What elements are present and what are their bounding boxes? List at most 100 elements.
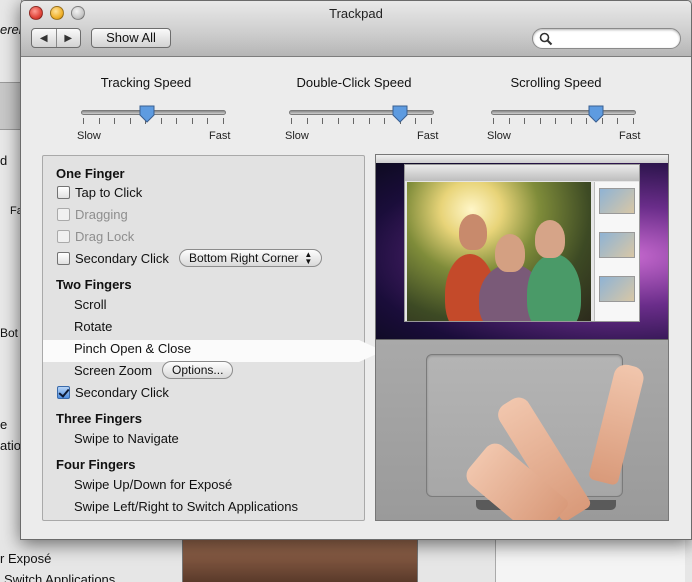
dragging-label: Dragging: [75, 206, 128, 222]
background-text: Bot: [0, 326, 19, 340]
screen-zoom-label: Screen Zoom: [74, 362, 153, 378]
slider-tick: [322, 118, 324, 124]
tracking-speed-label: Tracking Speed: [100, 75, 192, 90]
left-arrow-icon: ◀: [39, 32, 48, 44]
trackpad-window: Trackpad ◀ ▶ Show All Tracking Speed Slo…: [20, 0, 692, 540]
background-text: ations: [0, 438, 22, 453]
preview-thumbnail: [599, 276, 635, 302]
background-text: e: [0, 417, 8, 432]
tracking-speed-thumb[interactable]: [139, 105, 155, 123]
background-text: Switch Applications: [4, 572, 116, 582]
two-finger-secondary-click-row[interactable]: Secondary Click: [57, 381, 169, 403]
one-finger-secondary-click-row[interactable]: Secondary Click Bottom Right Corner ▲ ▼: [57, 247, 323, 269]
background-panel: [495, 540, 685, 582]
slider-ticks: [291, 118, 432, 124]
search-icon: [539, 32, 553, 46]
slider-tick: [353, 118, 355, 124]
screen-zoom-options-button[interactable]: Options...: [162, 361, 234, 379]
slider-tick: [306, 118, 308, 124]
slow-label: Slow: [285, 130, 309, 142]
pinch-open-close-row[interactable]: Pinch Open & Close: [74, 337, 191, 359]
background-text: r Exposé: [0, 551, 52, 566]
slider-tick: [337, 118, 339, 124]
gesture-list: One Finger Tap to Click Dragging Drag Lo…: [42, 155, 383, 521]
fast-label: Fast: [619, 130, 641, 142]
secondary-click-corner-popup[interactable]: Bottom Right Corner ▲ ▼: [178, 249, 323, 267]
slow-label: Slow: [77, 130, 101, 142]
dragging-row[interactable]: Dragging: [57, 203, 128, 225]
show-all-button[interactable]: Show All: [91, 28, 171, 48]
rotate-row[interactable]: Rotate: [74, 315, 112, 337]
swipe-to-navigate-row[interactable]: Swipe to Navigate: [74, 427, 179, 449]
photo-person: [527, 254, 581, 321]
preview-trackpad-area: [376, 339, 668, 520]
slider-tick: [555, 118, 557, 124]
preview-photo: [407, 182, 591, 321]
background-photo: [182, 540, 418, 582]
search-input[interactable]: [555, 31, 675, 46]
drag-lock-checkbox[interactable]: [57, 229, 70, 243]
double-click-speed-label: Double-Click Speed: [296, 75, 412, 90]
two-finger-secondary-click-checkbox[interactable]: [57, 385, 70, 399]
slider-tick: [539, 118, 541, 124]
scrolling-speed-track[interactable]: [491, 110, 636, 115]
tap-to-click-checkbox[interactable]: [57, 185, 70, 199]
four-fingers-header: Four Fingers: [56, 456, 136, 472]
slider-tick: [368, 118, 370, 124]
slider-tick: [633, 118, 634, 124]
slider-tick: [83, 118, 84, 124]
three-fingers-header: Three Fingers: [56, 410, 142, 426]
slow-label: Slow: [487, 130, 511, 142]
scrolling-speed-thumb[interactable]: [588, 105, 604, 123]
swipe-left-right-row[interactable]: Swipe Left/Right to Switch Applications: [74, 495, 298, 517]
slider-tick: [493, 118, 494, 124]
popup-value: Bottom Right Corner: [188, 251, 299, 265]
tracking-speed-slider-group: Tracking Speed Slow Fast: [61, 75, 231, 142]
swipe-up-down-row[interactable]: Swipe Up/Down for Exposé: [74, 473, 232, 495]
drag-lock-label: Drag Lock: [75, 228, 135, 244]
drag-lock-row[interactable]: Drag Lock: [57, 225, 135, 247]
slider-tick: [431, 118, 432, 124]
preview-menubar: [376, 155, 668, 163]
slider-tick: [114, 118, 116, 124]
photo-face: [495, 234, 525, 272]
secondary-click-label: Secondary Click: [75, 250, 169, 266]
slider-tick: [223, 118, 224, 124]
preview-screen: [376, 155, 668, 339]
slider-tick: [160, 118, 162, 124]
one-finger-secondary-click-checkbox[interactable]: [57, 251, 70, 265]
two-fingers-header: Two Fingers: [56, 276, 132, 292]
slider-tick: [384, 118, 386, 124]
preview-thumbnail: [599, 232, 635, 258]
fast-label: Fast: [209, 130, 231, 142]
slider-tick: [617, 118, 619, 124]
fast-label: Fast: [417, 130, 439, 142]
slider-tick: [570, 118, 572, 124]
photo-face: [459, 214, 487, 250]
photo-face: [535, 220, 565, 258]
slider-tick: [524, 118, 526, 124]
preview-app-toolbar: [405, 165, 639, 181]
slider-tick: [508, 118, 510, 124]
slider-tick: [98, 118, 100, 124]
dragging-checkbox[interactable]: [57, 207, 70, 221]
slider-tick: [207, 118, 209, 124]
double-click-speed-track[interactable]: [289, 110, 434, 115]
right-arrow-icon: ▶: [64, 32, 73, 44]
back-button[interactable]: ◀: [32, 29, 56, 47]
gesture-preview-video: [375, 154, 669, 521]
scroll-row[interactable]: Scroll: [74, 293, 107, 315]
double-click-speed-slider-group: Double-Click Speed Slow Fast: [269, 75, 439, 142]
screen-zoom-row[interactable]: Screen Zoom Options...: [74, 359, 234, 381]
search-field[interactable]: [532, 28, 681, 49]
scrolling-speed-label: Scrolling Speed: [510, 75, 602, 90]
slider-ticks: [493, 118, 634, 124]
forward-button[interactable]: ▶: [55, 29, 81, 47]
slider-tick: [191, 118, 193, 124]
tap-to-click-label: Tap to Click: [75, 184, 143, 200]
background-text: erent: [0, 22, 22, 37]
tap-to-click-row[interactable]: Tap to Click: [57, 181, 143, 203]
scrolling-speed-slider-group: Scrolling Speed Slow Fast: [471, 75, 641, 142]
double-click-speed-thumb[interactable]: [392, 105, 408, 123]
slider-tick: [291, 118, 292, 124]
